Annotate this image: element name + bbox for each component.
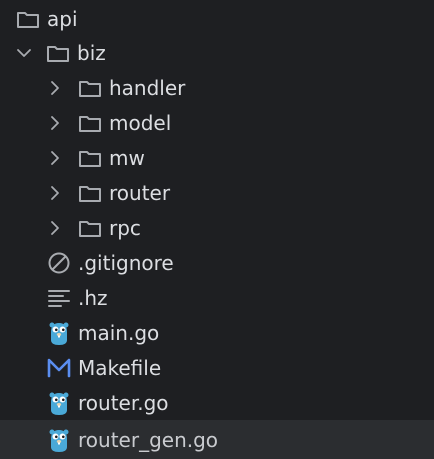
folder-icon	[77, 77, 103, 99]
tree-item-model[interactable]: model	[0, 105, 434, 140]
text-file-icon	[46, 287, 72, 309]
tree-item-label: router.go	[78, 390, 169, 415]
tree-item-label: mw	[109, 145, 145, 170]
folder-icon	[77, 217, 103, 239]
tree-item-label: rpc	[109, 215, 141, 240]
tree-item-router-folder[interactable]: router	[0, 175, 434, 210]
go-gopher-icon	[46, 322, 72, 345]
chevron-right-icon[interactable]	[46, 79, 64, 97]
folder-icon	[45, 42, 71, 64]
tree-item-label: main.go	[78, 320, 160, 345]
chevron-right-icon[interactable]	[46, 149, 64, 167]
tree-item-rpc[interactable]: rpc	[0, 210, 434, 245]
tree-item-label: .gitignore	[78, 250, 174, 275]
tree-item-label: api	[47, 6, 78, 31]
tree-item-mw[interactable]: mw	[0, 140, 434, 175]
tree-item-label: handler	[109, 75, 186, 100]
tree-item-router-go[interactable]: router.go	[0, 385, 434, 420]
tree-item-gitignore[interactable]: .gitignore	[0, 245, 434, 280]
chevron-right-icon[interactable]	[46, 219, 64, 237]
folder-icon	[77, 182, 103, 204]
tree-item-api[interactable]: api	[0, 1, 434, 36]
tree-item-label: router	[109, 180, 171, 205]
makefile-icon	[46, 357, 72, 379]
tree-item-makefile[interactable]: Makefile	[0, 350, 434, 385]
folder-icon	[77, 147, 103, 169]
go-gopher-icon	[46, 429, 72, 452]
chevron-down-icon[interactable]	[15, 44, 33, 62]
tree-item-router-gen-go[interactable]: router_gen.go	[0, 420, 434, 459]
tree-item-label: biz	[77, 40, 106, 65]
tree-item-biz[interactable]: biz	[0, 35, 434, 70]
file-tree: api biz handler model mw router rpc .git…	[0, 0, 434, 459]
chevron-right-icon[interactable]	[46, 114, 64, 132]
tree-item-handler[interactable]: handler	[0, 70, 434, 105]
tree-item-label: model	[109, 110, 172, 135]
tree-item-label: router_gen.go	[78, 427, 219, 452]
ignore-file-icon	[46, 252, 72, 274]
go-gopher-icon	[46, 392, 72, 415]
folder-icon	[77, 112, 103, 134]
folder-icon	[15, 8, 41, 30]
chevron-right-icon[interactable]	[46, 184, 64, 202]
tree-item-label: .hz	[78, 285, 108, 310]
tree-item-main-go[interactable]: main.go	[0, 315, 434, 350]
tree-item-hz[interactable]: .hz	[0, 280, 434, 315]
tree-item-label: Makefile	[78, 355, 162, 380]
